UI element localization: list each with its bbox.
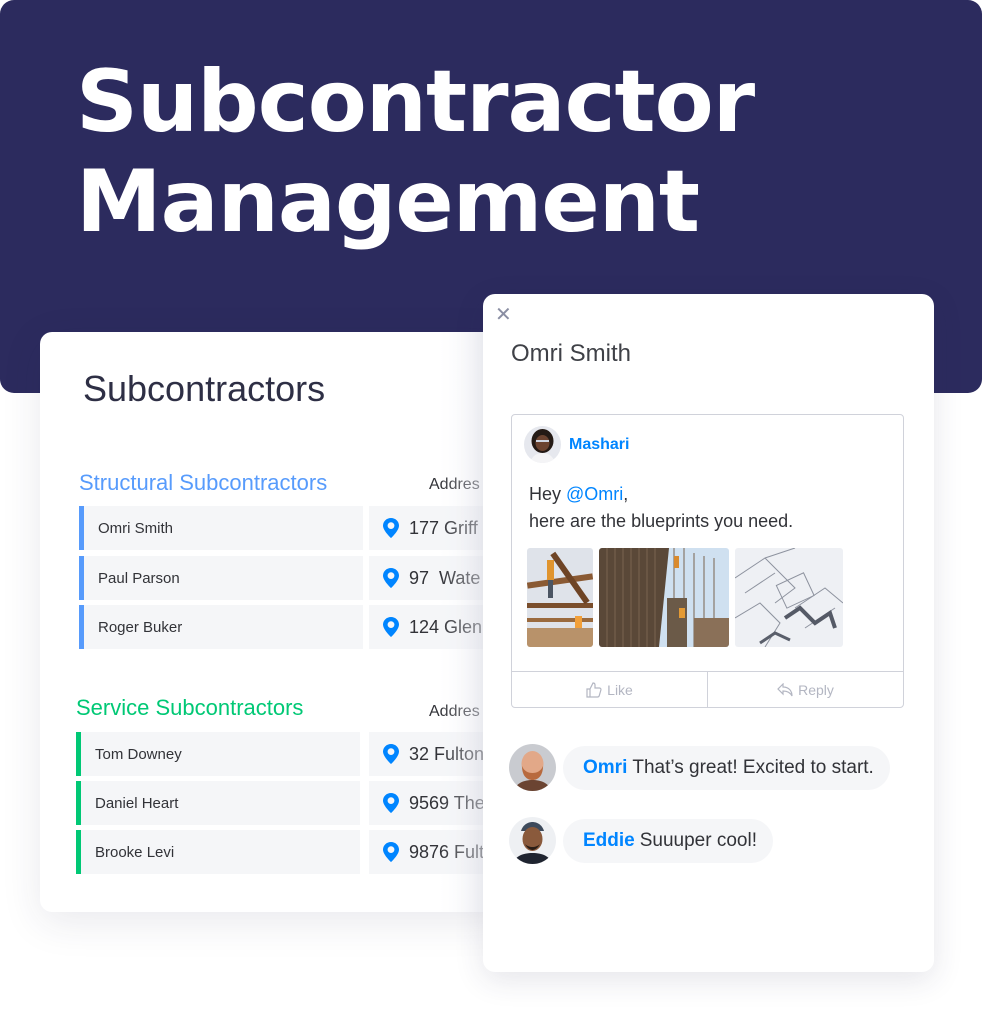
address-text: 9569 The [409, 792, 485, 813]
rebar-construction-photo[interactable] [599, 548, 729, 647]
avatar-eddie[interactable] [509, 817, 556, 864]
like-button[interactable]: Like [512, 672, 707, 707]
location-pin-icon [383, 518, 399, 538]
column-header-address[interactable]: Addres [429, 476, 480, 494]
table-row-name[interactable]: Paul Parson [79, 556, 363, 600]
comment-author[interactable]: Eddie [583, 830, 635, 852]
location-pin-icon [383, 744, 399, 764]
board-title: Subcontractors [83, 368, 326, 409]
location-pin-icon [383, 793, 399, 813]
post-greeting: Hey [529, 484, 567, 504]
update-post: Mashari Hey @Omri, here are the blueprin… [511, 414, 904, 708]
location-pin-icon [383, 842, 399, 862]
comment-text: Suuuper cool! [639, 829, 757, 851]
table-row-name[interactable]: Brooke Levi [76, 830, 360, 874]
table-row-name[interactable]: Omri Smith [79, 506, 363, 550]
thumbs-up-icon [586, 681, 602, 698]
blueprint-photo[interactable] [735, 548, 843, 647]
reply-label: Reply [798, 681, 834, 698]
comment-author[interactable]: Omri [583, 757, 627, 779]
post-actions: Like Reply [512, 671, 903, 707]
hero-title: Subcontractor Management [76, 52, 755, 252]
panel-title: Omri Smith [511, 340, 631, 367]
post-images [527, 548, 843, 647]
comment-bubble: Eddie Suuuper cool! [563, 818, 773, 863]
comment: Omri That’s great! Excited to start. [509, 744, 890, 791]
address-text: 97 Wate [409, 567, 481, 588]
address-text: 32 Fulton [409, 743, 485, 764]
close-icon[interactable]: ✕ [495, 302, 512, 327]
hero-title-line-1: Subcontractor [76, 52, 755, 152]
mention-link[interactable]: @Omri [566, 484, 623, 504]
group-title-service[interactable]: Service Subcontractors [76, 695, 303, 721]
location-pin-icon [383, 568, 399, 588]
post-body: Hey @Omri, here are the blueprints you n… [529, 481, 793, 535]
address-text: 9876 Fult [409, 841, 485, 862]
comment-text: That’s great! Excited to start. [632, 756, 874, 778]
table-row-name[interactable]: Daniel Heart [76, 781, 360, 825]
reply-button[interactable]: Reply [707, 672, 903, 707]
location-pin-icon [383, 617, 399, 637]
group-title-structural[interactable]: Structural Subcontractors [79, 470, 327, 496]
post-greeting-end: , [623, 484, 629, 504]
like-label: Like [607, 681, 633, 698]
post-message: here are the blueprints you need. [529, 511, 794, 531]
construction-workers-photo[interactable] [527, 548, 593, 647]
address-text: 177 Griff [409, 517, 478, 538]
item-detail-panel: ✕ Omri Smith Mashari Hey @Omri, here are… [483, 294, 934, 972]
subcontractors-board: Subcontractors Structural Subcontractors… [40, 332, 510, 912]
reply-arrow-icon [777, 682, 793, 696]
comment: Eddie Suuuper cool! [509, 817, 773, 864]
post-author: Mashari [524, 426, 629, 463]
avatar-mashari[interactable] [524, 426, 561, 463]
avatar-omri[interactable] [509, 744, 556, 791]
table-row-name[interactable]: Tom Downey [76, 732, 360, 776]
comment-bubble: Omri That’s great! Excited to start. [563, 745, 890, 790]
column-header-address[interactable]: Addres [429, 703, 480, 721]
table-row-name[interactable]: Roger Buker [79, 605, 363, 649]
hero-title-line-2: Management [76, 152, 700, 252]
address-text: 124 Glen [409, 616, 483, 637]
post-author-name[interactable]: Mashari [569, 436, 629, 454]
